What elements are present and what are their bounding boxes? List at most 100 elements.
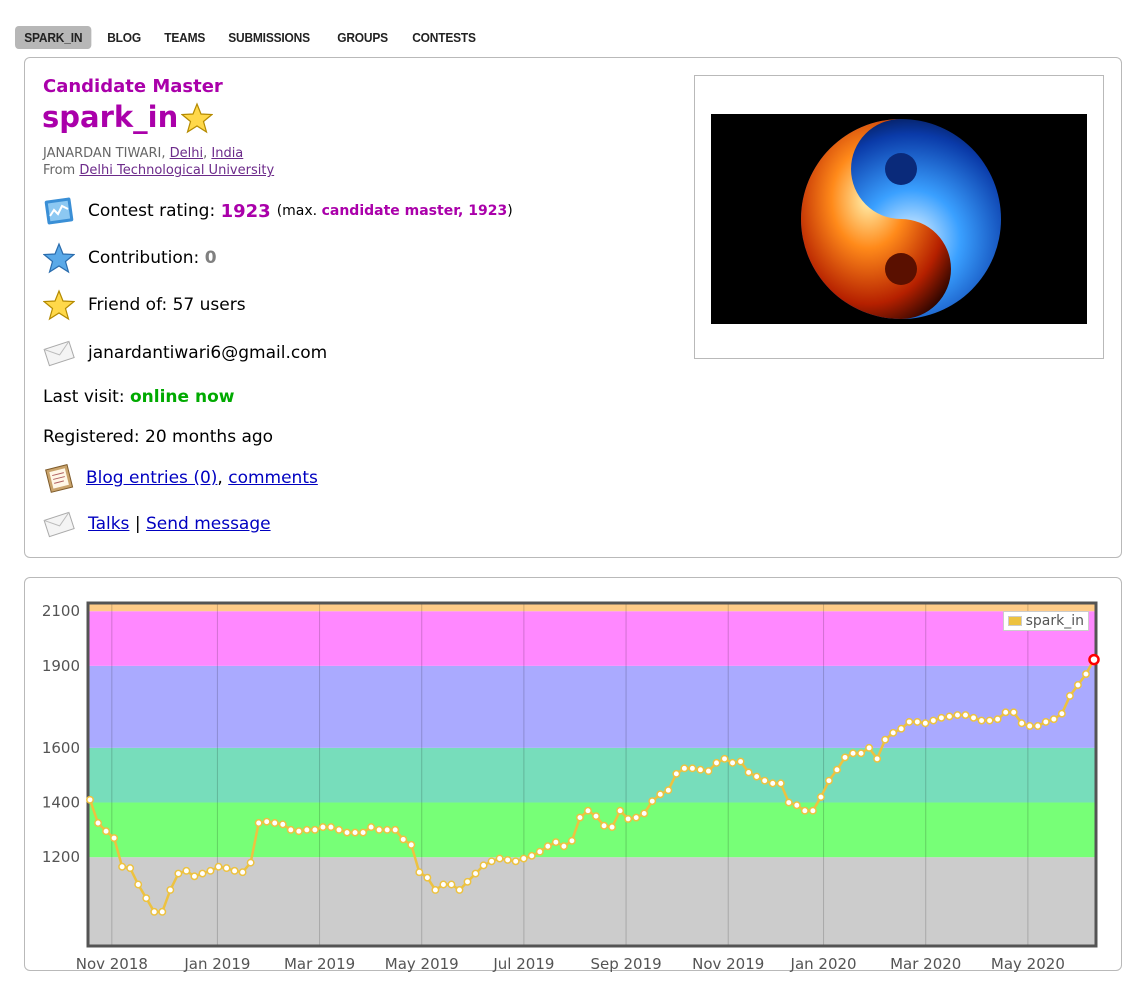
rating-point <box>383 825 392 834</box>
contest-rating-label: Contest rating: <box>88 201 216 221</box>
rating-point <box>800 806 809 815</box>
rating-point <box>102 827 111 836</box>
rating-point <box>921 719 930 728</box>
rating-chart[interactable]: Nov 2018 Jan 2019 Mar 2019 May 2019 Jul 2019… <box>25 578 1123 972</box>
rating-point <box>126 864 135 873</box>
rating-chart-card: Nov 2018 Jan 2019 Mar 2019 May 2019 Jul 2019… <box>24 577 1123 972</box>
rating-point <box>704 767 713 776</box>
tab-spark-in[interactable]: SPARK_IN <box>15 25 92 49</box>
rating-point <box>833 765 841 774</box>
rating-point <box>150 907 159 916</box>
rating-point <box>993 715 1002 724</box>
rating-point <box>640 809 649 818</box>
rating-point <box>246 858 255 867</box>
rating-point <box>1033 722 1042 730</box>
email-row: janardantiwari6@gmail.com <box>43 337 327 369</box>
rating-point <box>712 758 721 767</box>
rating-point <box>881 735 890 744</box>
user-handle: spark_in <box>42 100 179 134</box>
country-link[interactable]: India <box>211 146 243 161</box>
rating-point <box>190 872 199 881</box>
x-tick-label: Jul 2019 <box>492 955 554 972</box>
tab-teams[interactable]: TEAMS <box>155 26 214 49</box>
rating-point <box>929 716 938 725</box>
x-tick-label: Nov 2018 <box>76 955 148 972</box>
rating-point <box>953 711 962 720</box>
chart-legend: spark_in <box>1002 611 1089 631</box>
rating-point <box>776 779 785 788</box>
yin-yang-fire-ice-image <box>711 114 1087 324</box>
rating-point <box>551 838 560 847</box>
rating-point <box>375 825 384 834</box>
max-rating: (max. candidate master, 1923) <box>276 203 513 219</box>
tab-contests[interactable]: CONTESTS <box>403 26 485 49</box>
organization-link[interactable]: Delhi Technological University <box>79 163 274 178</box>
x-tick-label: Nov 2019 <box>692 955 764 972</box>
blog-entries-link[interactable]: Blog entries (0) <box>86 468 217 488</box>
send-message-link[interactable]: Send message <box>146 514 271 534</box>
rating-band <box>88 665 1096 748</box>
rating-point <box>656 790 665 799</box>
rating-point <box>752 772 761 781</box>
registered-row: Registered: 20 months ago <box>43 427 274 447</box>
blog-row: Blog entries (0), comments <box>43 462 318 494</box>
rating-point <box>455 886 464 894</box>
profile-nav: SPARK_IN BLOG TEAMS SUBMISSIONS GROUPS C… <box>15 25 493 49</box>
city-link[interactable]: Delhi <box>170 146 203 161</box>
rating-point <box>889 728 898 737</box>
talks-link[interactable]: Talks <box>88 514 129 534</box>
rating-point <box>945 712 954 721</box>
rating-point <box>616 806 625 815</box>
rating-point <box>768 779 777 788</box>
friend-of-row: Friend of: 57 users <box>43 289 246 321</box>
rating-point <box>592 812 600 821</box>
rating-point <box>664 786 673 795</box>
rating-point <box>86 795 94 804</box>
tab-groups[interactable]: GROUPS <box>328 26 397 49</box>
rating-point <box>808 806 817 815</box>
rating-point <box>559 842 568 851</box>
rating-point <box>824 776 833 785</box>
y-tick-label: 1400 <box>42 794 80 812</box>
rating-point <box>327 823 335 832</box>
rating-point <box>415 868 424 877</box>
rating-graph-icon <box>44 197 74 225</box>
rating-point <box>519 854 528 863</box>
full-name: JANARDAN TIWARI <box>43 146 162 161</box>
rating-point <box>423 873 432 882</box>
rating-point <box>495 854 504 863</box>
rating-point <box>873 754 882 763</box>
contest-rating-value: 1923 <box>220 200 271 222</box>
y-tick-label: 1600 <box>42 739 80 757</box>
rating-point <box>985 716 994 725</box>
avatar[interactable] <box>711 114 1087 324</box>
rating-point <box>600 821 608 830</box>
comments-link[interactable]: comments <box>228 468 318 488</box>
rating-point <box>696 765 705 774</box>
tab-blog[interactable]: BLOG <box>98 26 150 49</box>
rating-point <box>624 814 633 823</box>
rating-point <box>134 880 143 889</box>
rating-point <box>479 861 488 870</box>
rating-point <box>543 842 552 851</box>
star-icon[interactable] <box>181 102 213 134</box>
x-tick-label: Sep 2019 <box>590 955 661 972</box>
rating-band <box>88 802 1096 858</box>
rating-point <box>728 758 737 767</box>
rating-point <box>359 828 368 837</box>
rating-point <box>937 713 946 722</box>
rating-band <box>88 747 1096 803</box>
rating-point <box>527 851 536 860</box>
rating-point <box>576 813 584 822</box>
link-separator: | <box>134 514 141 534</box>
rating-point <box>351 828 360 837</box>
rating-point <box>238 868 247 877</box>
rating-point <box>94 819 102 827</box>
rating-point <box>391 825 400 834</box>
rating-point <box>343 828 351 837</box>
rating-point <box>977 716 986 725</box>
rating-point <box>1065 691 1074 700</box>
rating-point <box>632 813 641 822</box>
rating-point <box>110 834 119 842</box>
tab-submissions[interactable]: SUBMISSIONS <box>219 26 319 49</box>
